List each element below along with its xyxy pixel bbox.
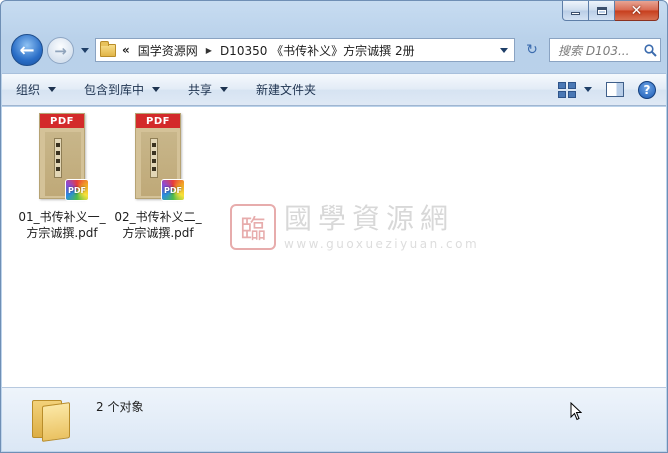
address-overflow-chevron[interactable]: « (122, 43, 130, 57)
object-count: 2 个对象 (96, 400, 144, 414)
forward-button[interactable]: → (47, 37, 74, 64)
new-folder-label: 新建文件夹 (256, 83, 317, 97)
explorer-window: ✕ ← → « 国学资源网 ▶ D10350 《书传补义》方宗诚撰 2册 ↻ 搜… (0, 0, 668, 453)
file-item-1[interactable]: PDF PDF 01_书传补义一_方宗诚撰.pdf (16, 113, 108, 241)
pdf-header-label: PDF (40, 114, 84, 128)
chevron-down-icon (81, 47, 89, 53)
folder-icon (28, 396, 74, 442)
pdf-thumbnail: PDF PDF (39, 113, 89, 201)
chevron-down-icon (48, 87, 57, 92)
caption-buttons: ✕ (562, 1, 659, 21)
include-in-library-menu[interactable]: 包含到库中 (70, 74, 174, 105)
watermark-chinese: 國學資源網 (284, 202, 455, 235)
toolbar-right-group: ? (558, 74, 656, 105)
new-folder-button[interactable]: 新建文件夹 (242, 74, 330, 105)
file-list-area[interactable]: PDF PDF 01_书传补义一_方宗诚撰.pdf PDF PDF 02_书传补… (2, 107, 666, 387)
close-button[interactable]: ✕ (615, 1, 659, 21)
pdf-header-label: PDF (136, 114, 180, 128)
help-icon[interactable]: ? (638, 80, 656, 99)
details-pane: 2 个对象 (2, 387, 666, 451)
view-icon (558, 81, 576, 98)
mouse-cursor-icon (570, 401, 583, 424)
book-title-strip (150, 138, 158, 178)
navigation-bar: ← → « 国学资源网 ▶ D10350 《书传补义》方宗诚撰 2册 ↻ 搜索 … (9, 34, 661, 66)
include-in-library-label: 包含到库中 (84, 83, 145, 97)
minimize-icon (571, 12, 580, 15)
breadcrumb-segment-root[interactable]: 国学资源网 (138, 42, 198, 59)
chevron-down-icon (584, 87, 592, 92)
forward-arrow-icon: → (54, 41, 67, 60)
breadcrumb-segment-current[interactable]: D10350 《书传补义》方宗诚撰 2册 (220, 42, 415, 59)
folder-icon (100, 40, 116, 57)
search-box[interactable]: 搜索 D103... (549, 38, 661, 62)
watermark: 臨 國學資源網 www.guoxueziyuan.com (230, 203, 479, 251)
command-bar: 组织 包含到库中 共享 新建文件夹 ? (2, 73, 666, 106)
pdf-app-icon: PDF (65, 179, 89, 201)
share-menu[interactable]: 共享 (174, 74, 242, 105)
file-name[interactable]: 01_书传补义一_方宗诚撰.pdf (14, 209, 110, 241)
back-button[interactable]: ← (11, 34, 43, 66)
book-title-strip (54, 138, 62, 178)
change-view-button[interactable] (558, 81, 592, 98)
preview-pane-icon[interactable] (606, 82, 624, 97)
refresh-icon: ↻ (526, 42, 538, 58)
watermark-text: 國學資源網 www.guoxueziyuan.com (284, 202, 480, 252)
address-dropdown[interactable] (500, 48, 508, 53)
back-arrow-icon: ← (19, 39, 35, 61)
file-item-2[interactable]: PDF PDF 02_书传补义二_方宗诚撰.pdf (112, 113, 204, 241)
search-input[interactable]: 搜索 D103... (558, 42, 640, 59)
chevron-down-icon (500, 48, 508, 53)
watermark-url: www.guoxueziyuan.com (284, 237, 480, 251)
address-bar[interactable]: « 国学资源网 ▶ D10350 《书传补义》方宗诚撰 2册 (95, 38, 515, 62)
pdf-app-icon: PDF (161, 179, 185, 201)
recent-pages-dropdown[interactable] (79, 44, 91, 56)
pdf-thumbnail: PDF PDF (135, 113, 185, 201)
organize-menu[interactable]: 组织 (2, 74, 70, 105)
maximize-icon (596, 6, 607, 15)
watermark-seal-icon: 臨 (230, 204, 276, 250)
organize-label: 组织 (16, 83, 41, 97)
breadcrumb-separator-icon[interactable]: ▶ (206, 46, 212, 55)
maximize-button[interactable] (589, 1, 615, 21)
share-label: 共享 (188, 83, 213, 97)
refresh-button[interactable]: ↻ (519, 38, 545, 62)
chevron-down-icon (152, 87, 161, 92)
file-name[interactable]: 02_书传补义二_方宗诚撰.pdf (110, 209, 206, 241)
search-icon[interactable] (640, 43, 660, 57)
chevron-down-icon (220, 87, 229, 92)
close-icon: ✕ (630, 2, 643, 19)
minimize-button[interactable] (562, 1, 589, 21)
